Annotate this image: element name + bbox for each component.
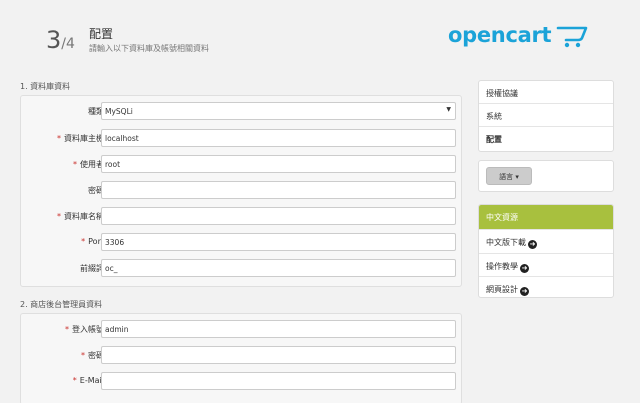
- admin-email-label: * E-Mail: [72, 376, 104, 385]
- page-subtitle: 請輸入以下資料庫及帳號相關資料: [89, 44, 209, 53]
- db-panel: 種類 MySQLi ▼ * 資料庫主機 localhost * 使用者 root 密…: [20, 95, 462, 287]
- logo-text: opencart: [448, 23, 552, 47]
- header: 3/4 配置 請輸入以下資料庫及帳號相關資料 opencart: [0, 0, 640, 70]
- db-user-label: * 使用者: [73, 160, 104, 169]
- db-user-input[interactable]: root: [101, 155, 456, 173]
- cart-icon: [556, 26, 588, 48]
- db-section-heading: 1. 資料庫資料: [20, 82, 71, 91]
- db-name-label: * 資料庫名稱: [57, 212, 104, 221]
- step-license[interactable]: 授權協議: [479, 81, 613, 104]
- db-host-input[interactable]: localhost: [101, 129, 456, 147]
- page-title: 配置: [89, 27, 114, 41]
- admin-username-label: * 登入帳號: [65, 325, 104, 334]
- db-host-row: * 資料庫主機 localhost: [21, 129, 461, 149]
- step-configuration[interactable]: 配置: [479, 127, 613, 150]
- chevron-down-icon: ▼: [446, 106, 451, 113]
- opencart-logo[interactable]: opencart: [448, 22, 598, 54]
- step-system[interactable]: 系統: [479, 104, 613, 127]
- arrow-right-circle-icon: ➜: [520, 287, 529, 296]
- db-password-input[interactable]: [101, 181, 456, 199]
- db-prefix-row: 前綴詞 oc_: [21, 259, 461, 279]
- db-password-row: 密碼: [21, 181, 461, 201]
- admin-panel: * 登入帳號 admin * 密碼 * E-Mail: [20, 313, 462, 403]
- db-prefix-input[interactable]: oc_: [101, 259, 456, 277]
- db-name-input[interactable]: [101, 207, 456, 225]
- admin-email-row: * E-Mail: [21, 372, 461, 392]
- resources-heading: 中文資源: [479, 205, 613, 229]
- admin-username-row: * 登入帳號 admin: [21, 320, 461, 340]
- link-chinese-download[interactable]: 中文版下載 ➜: [479, 229, 613, 253]
- step-total: /4: [61, 36, 75, 52]
- db-user-row: * 使用者 root: [21, 155, 461, 175]
- admin-section-heading: 2. 商店後台管理員資料: [20, 300, 103, 309]
- step-indicator: 3/4: [46, 26, 75, 56]
- step-number: 3: [46, 26, 62, 54]
- install-steps-menu: 授權協議 系統 配置: [478, 80, 614, 152]
- admin-password-input[interactable]: [101, 346, 456, 364]
- admin-email-input[interactable]: [101, 372, 456, 390]
- db-type-row: 種類 MySQLi ▼: [21, 102, 461, 122]
- db-port-input[interactable]: 3306: [101, 233, 456, 251]
- language-box: 語言 ▾: [478, 160, 614, 192]
- admin-username-input[interactable]: admin: [101, 320, 456, 338]
- link-web-design[interactable]: 網頁設計 ➜: [479, 276, 613, 297]
- chinese-resources-box: 中文資源 中文版下載 ➜ 操作教學 ➜ 網頁設計 ➜: [478, 204, 614, 298]
- arrow-right-circle-icon: ➜: [520, 263, 529, 273]
- db-type-select[interactable]: MySQLi ▼: [101, 102, 456, 120]
- db-host-label: * 資料庫主機: [57, 134, 104, 143]
- db-name-row: * 資料庫名稱: [21, 207, 461, 227]
- link-tutorial[interactable]: 操作教學 ➜: [479, 252, 613, 277]
- language-button[interactable]: 語言 ▾: [486, 167, 532, 185]
- caret-down-icon: ▾: [515, 173, 519, 181]
- db-port-row: * Port 3306: [21, 233, 461, 253]
- arrow-right-circle-icon: ➜: [528, 240, 537, 249]
- admin-password-row: * 密碼: [21, 346, 461, 366]
